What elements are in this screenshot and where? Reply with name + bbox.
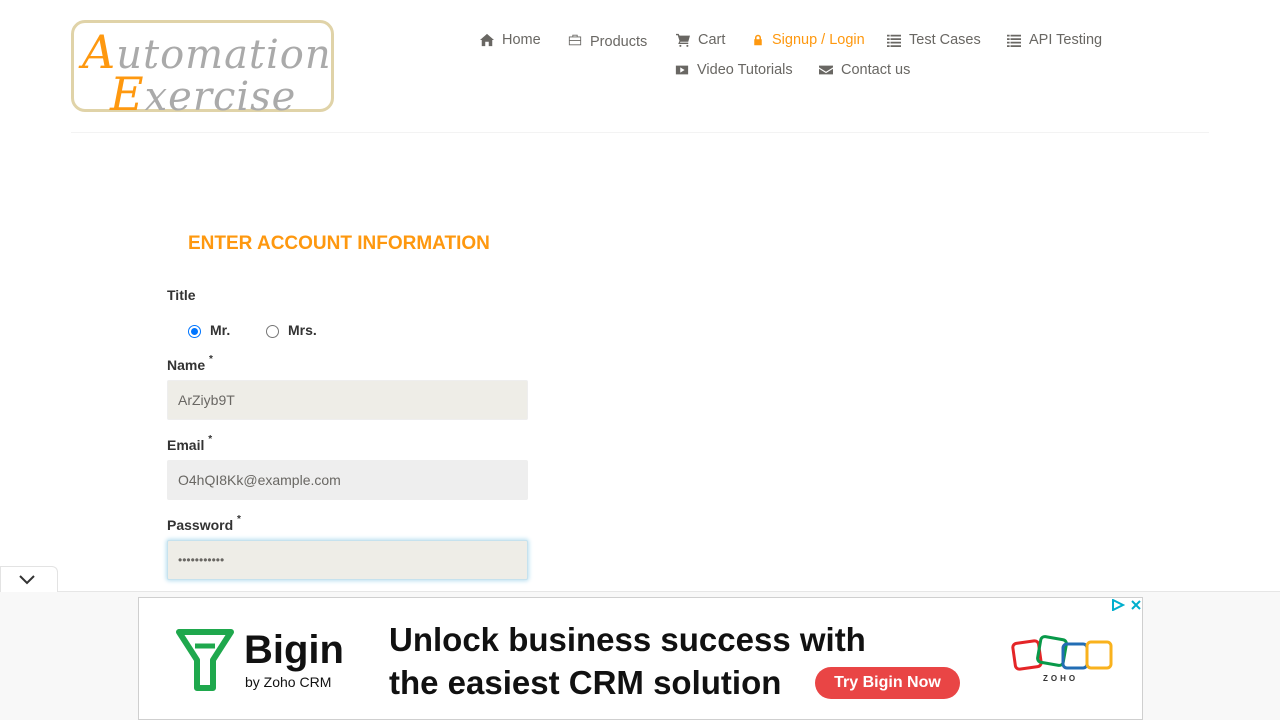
chevron-down-icon (19, 574, 35, 584)
nav-products[interactable]: Products (568, 32, 647, 50)
email-label: Email * (167, 434, 213, 453)
form-title: Enter Account Information (188, 233, 490, 254)
nav-api-testing[interactable]: API Testing (1007, 32, 1102, 48)
zoho-wordmark: ZOHO (1043, 674, 1079, 683)
nav-cart[interactable]: Cart (676, 32, 725, 48)
name-field[interactable]: ArZiyb9T (167, 380, 528, 420)
ad-choices-icon[interactable] (1111, 599, 1125, 611)
site-logo[interactable]: Automation Exercise (71, 20, 334, 121)
ad-cta-button[interactable]: Try Bigin Now (815, 667, 960, 699)
logo-line-2: Exercise (110, 67, 297, 121)
nav-test-cases[interactable]: Test Cases (887, 32, 981, 48)
lock-icon (754, 34, 762, 46)
title-option-mrs[interactable]: Mrs. (266, 321, 317, 338)
title-option-mr[interactable]: Mr. (188, 321, 230, 338)
nav-contact-us[interactable]: Contact us (819, 62, 910, 78)
briefcase-icon (568, 34, 582, 46)
nav-video-tutorials[interactable]: Video Tutorials (675, 62, 793, 78)
header-divider (71, 132, 1209, 133)
close-icon[interactable] (1129, 598, 1143, 612)
ad-collapse-button[interactable] (0, 566, 58, 592)
site-header: Automation Exercise Home Products Cart S… (0, 0, 1280, 133)
list-icon (887, 34, 901, 47)
title-label: Title (167, 287, 196, 303)
radio-mrs[interactable] (266, 325, 279, 338)
password-field[interactable]: ••••••••••• (167, 540, 528, 580)
bigin-logo-icon (176, 629, 234, 691)
nav-home[interactable]: Home (480, 32, 541, 48)
list-icon (1007, 34, 1021, 47)
home-icon (480, 33, 494, 47)
radio-mr[interactable] (188, 325, 201, 338)
ad-banner[interactable]: Bigin by Zoho CRM Unlock business succes… (138, 597, 1143, 720)
youtube-play-icon (675, 65, 689, 75)
cart-icon (676, 33, 690, 47)
password-label: Password * (167, 514, 241, 533)
email-field[interactable]: O4hQI8Kk@example.com (167, 460, 528, 500)
ad-brand: Bigin (244, 628, 344, 672)
nav-signup-login[interactable]: Signup / Login (752, 32, 865, 48)
envelope-icon (819, 65, 833, 75)
ad-by-line: by Zoho CRM (245, 674, 332, 690)
name-label: Name * (167, 354, 213, 373)
